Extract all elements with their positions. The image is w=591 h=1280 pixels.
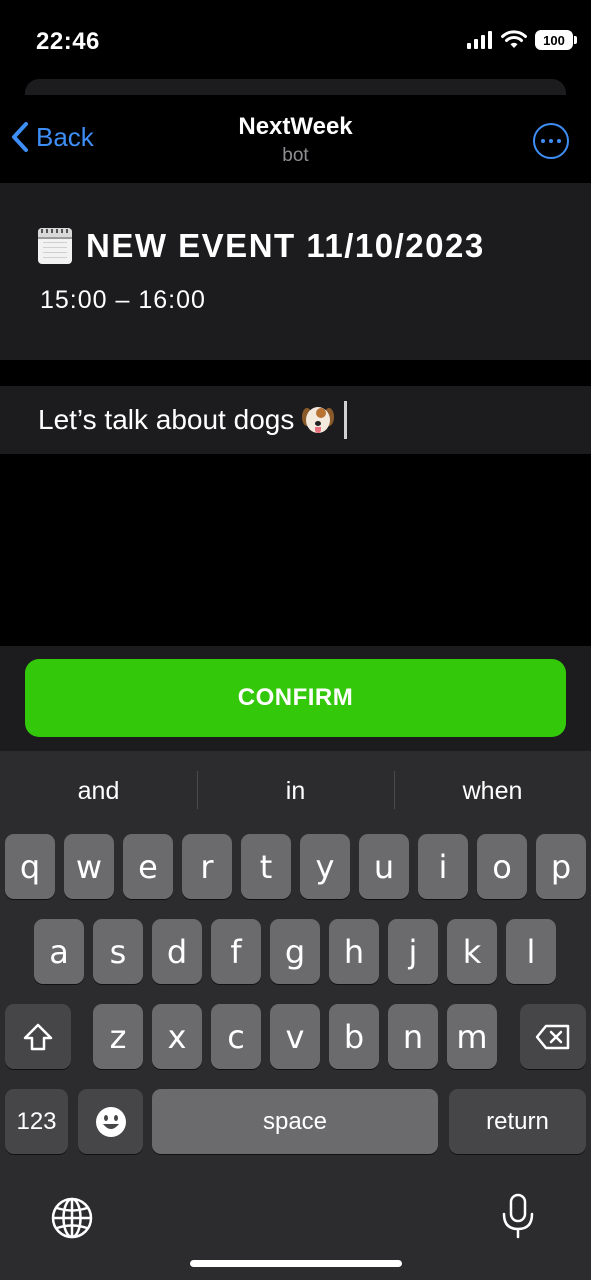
key-a[interactable]: a bbox=[34, 919, 84, 984]
page-title: NextWeek bbox=[238, 113, 353, 140]
page-subtitle: bot bbox=[282, 145, 309, 166]
key-h[interactable]: h bbox=[329, 919, 379, 984]
key-z[interactable]: z bbox=[93, 1004, 143, 1069]
status-bar: 22:46 100 bbox=[0, 0, 591, 80]
emoji-key[interactable] bbox=[78, 1089, 143, 1154]
signal-icon bbox=[467, 31, 492, 49]
event-title: NEW EVENT 11/10/2023 bbox=[86, 227, 485, 264]
key-r[interactable]: r bbox=[182, 834, 232, 899]
message-input[interactable]: Let’s talk about dogs bbox=[0, 386, 591, 454]
key-e[interactable]: e bbox=[123, 834, 173, 899]
microphone-icon[interactable] bbox=[500, 1192, 536, 1240]
text-cursor bbox=[344, 401, 348, 439]
status-icons: 100 bbox=[467, 30, 577, 50]
dog-face-icon bbox=[302, 404, 335, 436]
key-q[interactable]: q bbox=[5, 834, 55, 899]
suggestion-item[interactable]: when bbox=[394, 765, 591, 817]
globe-icon[interactable] bbox=[50, 1196, 94, 1240]
status-time: 22:46 bbox=[36, 28, 100, 55]
more-dot bbox=[557, 139, 561, 143]
key-y[interactable]: y bbox=[300, 834, 350, 899]
battery-icon: 100 bbox=[535, 30, 577, 50]
more-options-button[interactable] bbox=[533, 123, 569, 159]
confirm-area: CONFIRM bbox=[0, 646, 591, 751]
key-w[interactable]: w bbox=[64, 834, 114, 899]
key-t[interactable]: t bbox=[241, 834, 291, 899]
space-key[interactable]: space bbox=[152, 1089, 438, 1154]
battery-level: 100 bbox=[543, 32, 565, 48]
key-s[interactable]: s bbox=[93, 919, 143, 984]
nav-header: Back NextWeek bot bbox=[0, 95, 591, 183]
key-p[interactable]: p bbox=[536, 834, 586, 899]
wifi-icon bbox=[501, 30, 527, 48]
key-d[interactable]: d bbox=[152, 919, 202, 984]
suggestion-item[interactable]: in bbox=[197, 765, 394, 817]
emoji-icon bbox=[95, 1106, 126, 1137]
event-title-row: NEW EVENT 11/10/2023 bbox=[38, 227, 485, 265]
confirm-button[interactable]: CONFIRM bbox=[25, 659, 566, 737]
event-time: 15:00 – 16:00 bbox=[40, 286, 206, 314]
key-k[interactable]: k bbox=[447, 919, 497, 984]
return-key[interactable]: return bbox=[449, 1089, 586, 1154]
key-o[interactable]: o bbox=[477, 834, 527, 899]
more-dot bbox=[541, 139, 545, 143]
key-j[interactable]: j bbox=[388, 919, 438, 984]
key-g[interactable]: g bbox=[270, 919, 320, 984]
calendar-icon bbox=[38, 228, 72, 264]
numbers-key[interactable]: 123 bbox=[5, 1089, 68, 1154]
suggestion-item[interactable]: and bbox=[0, 765, 197, 817]
key-l[interactable]: l bbox=[506, 919, 556, 984]
shift-key[interactable] bbox=[5, 1004, 71, 1069]
key-u[interactable]: u bbox=[359, 834, 409, 899]
suggestion-bar: and in when bbox=[0, 765, 591, 817]
message-input-text: Let’s talk about dogs bbox=[38, 404, 295, 435]
key-f[interactable]: f bbox=[211, 919, 261, 984]
backspace-icon bbox=[535, 1024, 570, 1049]
home-indicator[interactable] bbox=[190, 1260, 402, 1267]
key-b[interactable]: b bbox=[329, 1004, 379, 1069]
delete-key[interactable] bbox=[520, 1004, 586, 1069]
key-m[interactable]: m bbox=[447, 1004, 497, 1069]
key-x[interactable]: x bbox=[152, 1004, 202, 1069]
event-card: NEW EVENT 11/10/2023 bbox=[0, 183, 591, 360]
key-i[interactable]: i bbox=[418, 834, 468, 899]
key-n[interactable]: n bbox=[388, 1004, 438, 1069]
key-v[interactable]: v bbox=[270, 1004, 320, 1069]
more-dot bbox=[549, 139, 553, 143]
shift-icon bbox=[23, 1023, 53, 1050]
key-c[interactable]: c bbox=[211, 1004, 261, 1069]
